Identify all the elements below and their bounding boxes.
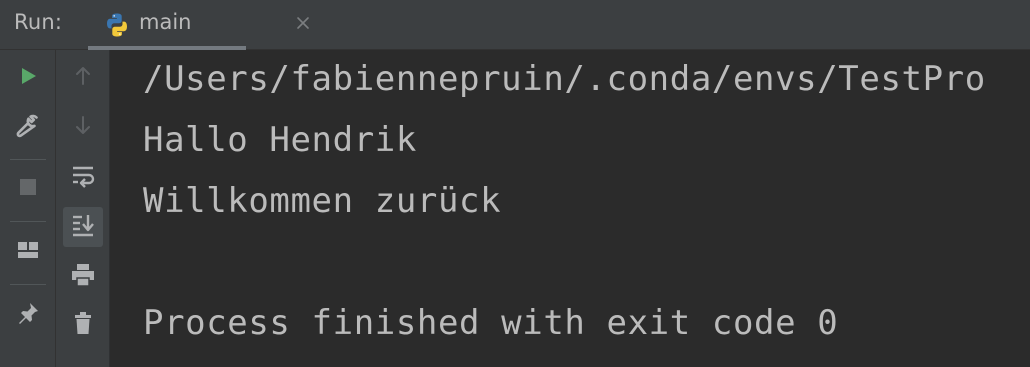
scroll-down-button[interactable] <box>63 107 103 147</box>
console-line: Process finished with exit code 0 <box>143 303 839 343</box>
console-line: Willkommen zurück <box>143 181 502 221</box>
scroll-up-icon <box>72 65 94 91</box>
layout-icon <box>16 238 40 266</box>
scroll-up-button[interactable] <box>63 58 103 98</box>
stop-button[interactable] <box>8 169 48 209</box>
soft-wrap-button[interactable] <box>63 158 103 198</box>
scroll-to-end-icon <box>70 212 96 242</box>
console-line: /Users/fabiennepruin/.conda/envs/TestPro <box>143 59 986 99</box>
python-icon <box>104 12 130 38</box>
close-icon[interactable] <box>295 15 311 31</box>
trash-icon <box>71 311 95 339</box>
soft-wrap-icon <box>70 163 96 193</box>
toolbar-separator <box>10 221 46 222</box>
clear-all-button[interactable] <box>63 305 103 345</box>
pin-icon <box>16 301 40 329</box>
console-output[interactable]: /Users/fabiennepruin/.conda/envs/TestPro… <box>110 50 1030 367</box>
toolbar-separator <box>10 284 46 285</box>
print-icon <box>70 262 96 292</box>
wrench-icon <box>15 112 41 142</box>
settings-button[interactable] <box>8 107 48 147</box>
tab-main-label: main <box>139 10 192 34</box>
console-toolbar <box>56 50 110 367</box>
tab-main[interactable]: main <box>88 0 309 50</box>
rerun-button[interactable] <box>8 58 48 98</box>
run-tool-window-header: Run: main <box>0 0 1030 50</box>
scroll-to-end-button[interactable] <box>63 207 103 247</box>
stop-icon <box>18 177 38 201</box>
restore-layout-button[interactable] <box>8 232 48 272</box>
console-line: Hallo Hendrik <box>143 120 417 160</box>
toolbar-separator <box>10 159 46 160</box>
pin-tab-button[interactable] <box>8 295 48 335</box>
print-button[interactable] <box>63 257 103 297</box>
scroll-down-icon <box>72 114 94 140</box>
run-toolbar <box>0 50 56 367</box>
run-label: Run: <box>14 10 63 34</box>
rerun-icon <box>17 65 39 91</box>
